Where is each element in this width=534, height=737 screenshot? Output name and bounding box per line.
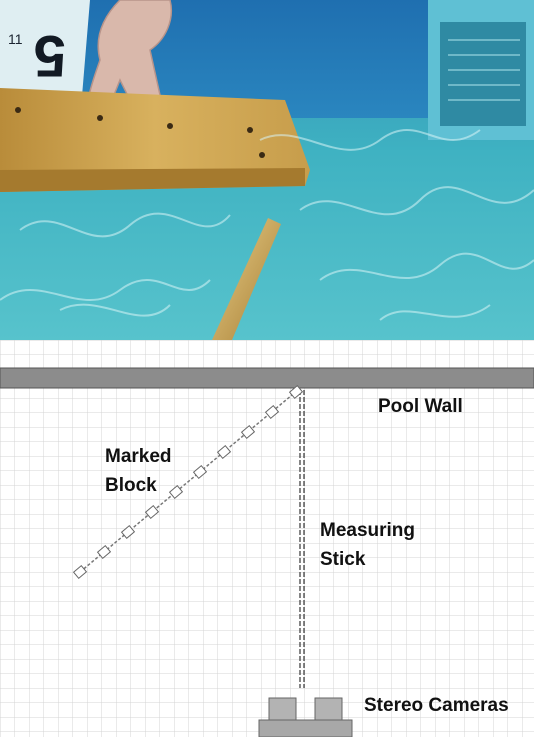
gutter-opening xyxy=(440,22,526,126)
left-camera xyxy=(268,697,297,721)
marked-block-label-line1: Marked xyxy=(105,446,172,467)
camera-base xyxy=(258,719,353,737)
underwater-photo: 5 11 xyxy=(0,0,534,340)
setup-diagram: Pool Wall Marked Block Measuring Stick S… xyxy=(0,340,534,737)
right-camera xyxy=(314,697,343,721)
stereo-cameras-label: Stereo Cameras xyxy=(364,695,509,716)
lane-number: 5 xyxy=(34,23,66,88)
pool-wall-bar xyxy=(0,367,534,389)
pool-wall-label: Pool Wall xyxy=(378,396,463,417)
lane-small-digits: 11 xyxy=(8,31,23,47)
measuring-stick-label-line1: Measuring xyxy=(320,520,416,541)
measuring-stick-label-line2: Stick xyxy=(320,549,366,570)
marked-block-label-line2: Block xyxy=(105,475,157,496)
underwater-scene: 5 11 xyxy=(0,0,534,340)
